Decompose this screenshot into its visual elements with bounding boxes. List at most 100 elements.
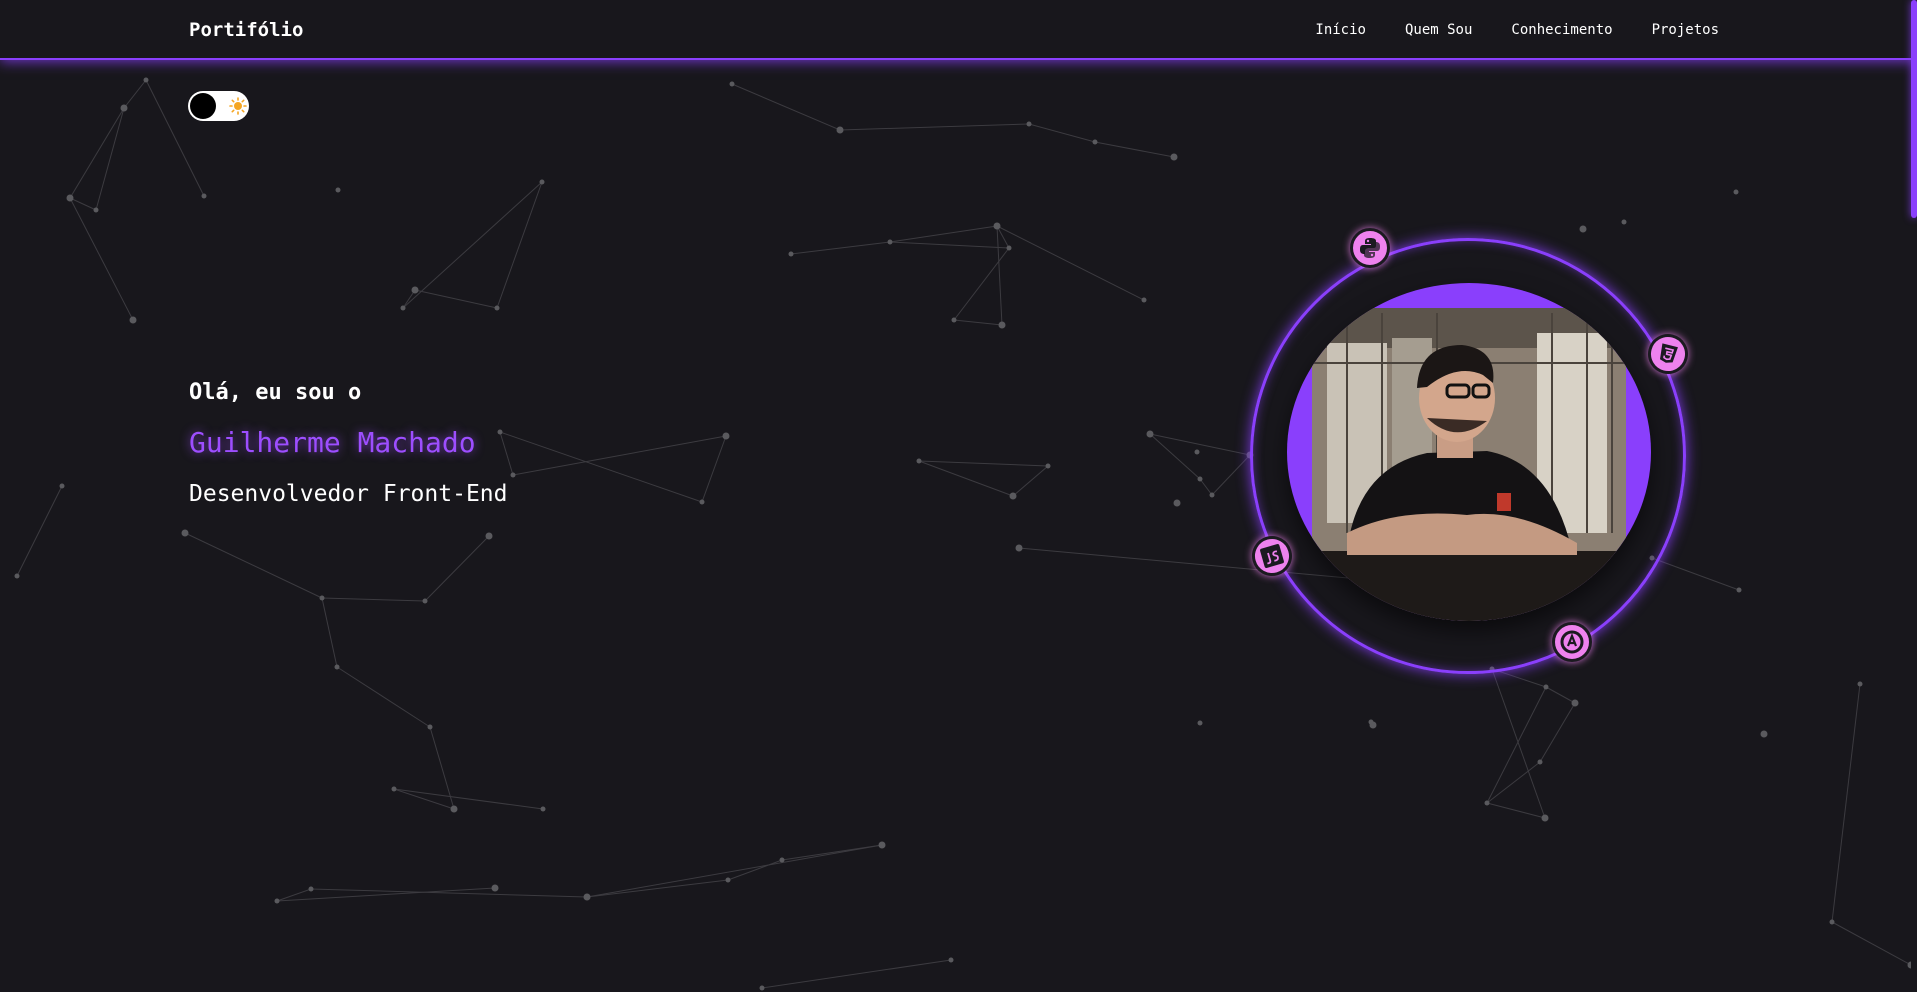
particle-dot bbox=[1092, 139, 1098, 145]
particle-dot bbox=[494, 305, 500, 311]
particle-link bbox=[69, 197, 134, 321]
particle-dot bbox=[1141, 297, 1147, 303]
particle-link bbox=[1012, 465, 1049, 497]
particle-dot bbox=[1197, 476, 1203, 482]
particle-link bbox=[123, 79, 147, 109]
particle-dot bbox=[14, 573, 20, 579]
particle-link bbox=[727, 859, 783, 881]
particle-dot bbox=[540, 806, 546, 812]
particle-dot bbox=[699, 499, 705, 505]
particle-link bbox=[1199, 478, 1213, 496]
particle-link bbox=[889, 225, 998, 243]
sun-icon bbox=[229, 97, 247, 115]
nav-link-quem-sou[interactable]: Quem Sou bbox=[1405, 22, 1472, 38]
particle-link bbox=[16, 485, 63, 577]
particle-dot bbox=[1537, 759, 1543, 765]
nav-link-inicio[interactable]: Início bbox=[1315, 22, 1366, 38]
hero-role: Desenvolvedor Front-End bbox=[189, 481, 508, 507]
particle-dot bbox=[729, 81, 735, 87]
particle-dot bbox=[66, 194, 74, 202]
particle-dot bbox=[722, 432, 730, 440]
particle-link bbox=[69, 107, 125, 199]
scrollbar[interactable] bbox=[1911, 0, 1917, 992]
particle-dot bbox=[450, 805, 458, 813]
particle-dot bbox=[485, 532, 493, 540]
particle-dot bbox=[1009, 492, 1017, 500]
particle-dot bbox=[1015, 544, 1023, 552]
particle-link bbox=[889, 241, 1010, 249]
particle-dot bbox=[422, 598, 428, 604]
particle-link bbox=[586, 879, 729, 898]
particle-dot bbox=[759, 985, 765, 991]
particle-dot bbox=[427, 724, 433, 730]
particle-link bbox=[1094, 141, 1175, 158]
particle-dot bbox=[274, 898, 280, 904]
particle-link bbox=[1545, 686, 1576, 704]
particle-link bbox=[321, 597, 338, 668]
particle-link bbox=[414, 289, 498, 309]
particle-link bbox=[321, 597, 426, 602]
nav-link-conhecimento[interactable]: Conhecimento bbox=[1511, 22, 1612, 38]
particle-dot bbox=[1194, 449, 1200, 455]
particle-link bbox=[496, 181, 543, 309]
particle-link bbox=[184, 532, 323, 599]
particle-dot bbox=[1173, 499, 1181, 507]
particle-dot bbox=[319, 595, 325, 601]
particle-dot bbox=[1571, 699, 1579, 707]
particle-link bbox=[953, 319, 1003, 326]
particle-dot bbox=[725, 877, 731, 883]
particle-dot bbox=[1197, 720, 1203, 726]
particle-link bbox=[1486, 802, 1546, 819]
particle-link bbox=[586, 844, 883, 898]
particle-dot bbox=[491, 884, 499, 892]
particle-link bbox=[393, 788, 455, 810]
particle-dot bbox=[1045, 463, 1051, 469]
particle-dot bbox=[993, 222, 1001, 230]
particle-dot bbox=[411, 286, 419, 294]
particle-dot bbox=[510, 472, 516, 478]
particle-link bbox=[839, 123, 1030, 131]
particle-dot bbox=[1760, 730, 1768, 738]
particle-dot bbox=[878, 841, 886, 849]
particle-dot bbox=[779, 857, 785, 863]
navbar: Portifólio Início Quem Sou Conhecimento … bbox=[0, 0, 1917, 60]
particle-dot bbox=[951, 317, 957, 323]
particle-dot bbox=[1579, 225, 1587, 233]
particle-link bbox=[1486, 686, 1547, 804]
particle-dot bbox=[391, 786, 397, 792]
particle-link bbox=[1149, 433, 1251, 456]
particle-link bbox=[393, 788, 544, 810]
particle-dot bbox=[181, 529, 189, 537]
particle-dot bbox=[1621, 219, 1627, 225]
particle-link bbox=[95, 107, 125, 211]
particle-dot bbox=[788, 251, 794, 257]
python-icon bbox=[1350, 228, 1390, 268]
particle-link bbox=[1149, 433, 1201, 480]
particle-link bbox=[402, 181, 543, 309]
particle-link bbox=[512, 435, 727, 476]
particle-dot bbox=[1543, 684, 1549, 690]
hero-greeting: Olá, eu sou o bbox=[189, 380, 362, 405]
particle-link bbox=[310, 888, 588, 898]
brand-logo[interactable]: Portifólio bbox=[189, 19, 303, 41]
particle-dot bbox=[1368, 719, 1374, 725]
particle-link bbox=[761, 959, 952, 989]
particle-link bbox=[701, 435, 727, 503]
particle-link bbox=[424, 535, 490, 602]
nav-links: Início Quem Sou Conhecimento Projetos bbox=[1315, 22, 1719, 38]
particle-dot bbox=[836, 126, 844, 134]
particle-link bbox=[1539, 702, 1576, 763]
particle-dot bbox=[539, 179, 545, 185]
particle-dot bbox=[887, 239, 893, 245]
scrollbar-thumb[interactable] bbox=[1911, 0, 1917, 218]
theme-toggle[interactable] bbox=[188, 91, 249, 121]
angular-icon bbox=[1552, 622, 1592, 662]
particle-dot bbox=[143, 77, 149, 83]
hero-name: Guilherme Machado bbox=[189, 426, 476, 459]
particle-dot bbox=[1146, 430, 1154, 438]
particle-link bbox=[996, 225, 1145, 301]
particle-dot bbox=[120, 104, 128, 112]
particle-dot bbox=[1541, 814, 1549, 822]
nav-link-projetos[interactable]: Projetos bbox=[1652, 22, 1719, 38]
particle-dot bbox=[583, 893, 591, 901]
